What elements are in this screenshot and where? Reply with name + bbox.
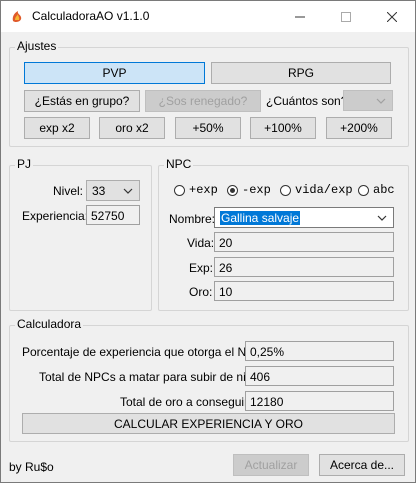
exp-x2-button[interactable]: exp x2 [24,117,90,139]
close-icon[interactable] [369,1,415,32]
nivel-combo[interactable]: 33 [86,180,140,201]
pj-group-label: PJ [15,157,34,171]
experiencia-input[interactable]: 52750 [86,205,140,225]
experiencia-label: Experiencia: [22,209,89,223]
oro-label: Oro: [189,285,213,299]
nombre-combo[interactable]: Gallina salvaje [214,207,394,228]
acerca-button[interactable]: Acerca de... [319,454,405,476]
main-window: CalculadoraAO v1.1.0 Ajustes PVP RPG ¿Es… [0,0,416,483]
nombre-label: Nombre: [169,212,216,226]
window-title: CalculadoraAO v1.1.0 [32,9,150,23]
cuantos-combo[interactable] [343,90,393,111]
cuantos-label: ¿Cuántos son? [266,94,348,108]
author-label: by Ru$o [9,460,54,474]
chevron-down-icon [377,215,387,221]
plus100-button[interactable]: +100% [250,117,316,139]
exp-label: Exp: [189,261,214,275]
nivel-value: 33 [92,184,106,198]
sort-radio-minus-exp[interactable]: -exp [227,183,271,197]
app-icon [12,11,22,22]
sort-radio-abc[interactable]: abc [358,183,395,197]
calcular-button[interactable]: CALCULAR EXPERIENCIA Y ORO [22,413,395,434]
sort-radio-vida-exp[interactable]: vida/exp [280,183,353,197]
porcentaje-label: Porcentaje de experiencia que otorga el … [22,345,267,359]
calculadora-group-label: Calculadora [15,317,84,331]
plus50-button[interactable]: +50% [175,117,241,139]
maximize-icon[interactable] [323,1,369,32]
total-oro-label: Total de oro a conseguir: [120,395,252,409]
oro-x2-button[interactable]: oro x2 [99,117,165,139]
total-oro-field: 12180 [245,391,394,411]
pvp-button[interactable]: PVP [24,62,205,84]
total-npcs-label: Total de NPCs a matar para subir de nive… [39,370,265,384]
nombre-value: Gallina salvaje [220,211,301,225]
oro-field: 10 [214,281,394,301]
minimize-icon[interactable] [277,1,323,32]
title-bar[interactable]: CalculadoraAO v1.1.0 [1,1,415,32]
chevron-down-icon [376,98,386,104]
plus200-button[interactable]: +200% [326,117,392,139]
rpg-button[interactable]: RPG [211,62,391,84]
sort-radio-plus-exp[interactable]: +exp [174,183,218,197]
chevron-down-icon [123,188,133,194]
vida-label: Vida: [187,236,215,250]
exp-field: 26 [214,257,394,277]
ajustes-group-label: Ajustes [15,39,59,53]
renegado-button[interactable]: ¿Sos renegado? [145,90,261,112]
vida-field: 20 [214,232,394,252]
npc-group-label: NPC [164,157,194,171]
grupo-button[interactable]: ¿Estás en grupo? [24,90,140,112]
nivel-label: Nivel: [53,184,84,198]
porcentaje-field: 0,25% [245,341,394,361]
actualizar-button[interactable]: Actualizar [233,454,309,476]
total-npcs-field: 406 [245,366,394,386]
